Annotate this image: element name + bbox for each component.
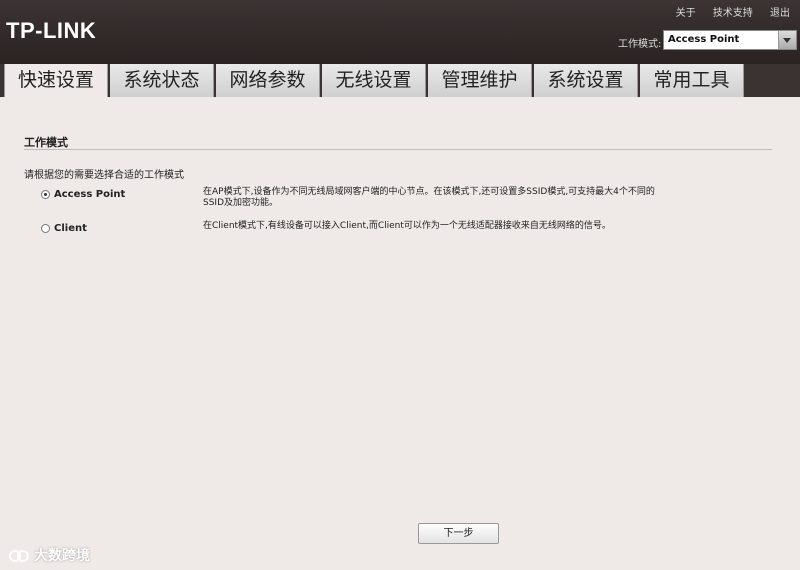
tab-quick-setup[interactable]: 快速设置 (4, 64, 108, 97)
tab-common-tools[interactable]: 常用工具 (640, 64, 744, 97)
tab-network-params[interactable]: 网络参数 (216, 64, 320, 97)
access-point-option[interactable]: Access Point (41, 189, 125, 200)
tab-wireless-settings[interactable]: 无线设置 (322, 64, 426, 97)
top-links: 关于 技术支持 退出 (662, 4, 790, 19)
section-divider (24, 149, 772, 150)
mode-label: 工作模式: (618, 39, 662, 50)
client-label: Client (54, 223, 87, 234)
mode-select-value: Access Point (668, 34, 740, 45)
top-header: TP-LINK 关于 技术支持 退出 工作模式: Access Point (0, 0, 800, 64)
tab-management[interactable]: 管理维护 (428, 64, 532, 97)
watermark: 大数跨境 (8, 545, 90, 565)
tp-link-logo: TP-LINK (6, 18, 97, 43)
watermark-text: 大数跨境 (34, 548, 90, 564)
section-title: 工作模式 (24, 136, 68, 149)
about-link[interactable]: 关于 (676, 8, 696, 19)
logout-link[interactable]: 退出 (770, 8, 790, 19)
access-point-desc-line1: 在AP模式下,设备作为不同无线局域网客户端的中心节点。在该模式下,还可设置多SS… (203, 187, 655, 197)
chevron-down-icon[interactable] (778, 31, 796, 49)
client-desc: 在Client模式下,有线设备可以接入Client,而Client可以作为一个无… (203, 221, 743, 232)
access-point-radio[interactable] (41, 190, 50, 199)
access-point-label: Access Point (54, 189, 126, 200)
mode-prompt: 请根据您的需要选择合适的工作模式 (24, 170, 184, 181)
client-option[interactable]: Client (41, 223, 87, 234)
client-desc-line1: 在Client模式下,有线设备可以接入Client,而Client可以作为一个无… (203, 221, 611, 231)
access-point-desc: 在AP模式下,设备作为不同无线局域网客户端的中心节点。在该模式下,还可设置多SS… (203, 187, 743, 209)
main-tabs: 快速设置 系统状态 网络参数 无线设置 管理维护 系统设置 常用工具 (0, 64, 800, 97)
mode-select[interactable]: Access Point (663, 30, 797, 50)
tech-support-link[interactable]: 技术支持 (713, 8, 753, 19)
next-button[interactable]: 下一步 (418, 523, 499, 544)
client-radio[interactable] (41, 224, 50, 233)
tab-system-settings[interactable]: 系统设置 (534, 64, 638, 97)
watermark-logo-icon (9, 550, 29, 562)
access-point-desc-line2: SSID及加密功能。 (203, 198, 279, 208)
tab-system-status[interactable]: 系统状态 (110, 64, 214, 97)
